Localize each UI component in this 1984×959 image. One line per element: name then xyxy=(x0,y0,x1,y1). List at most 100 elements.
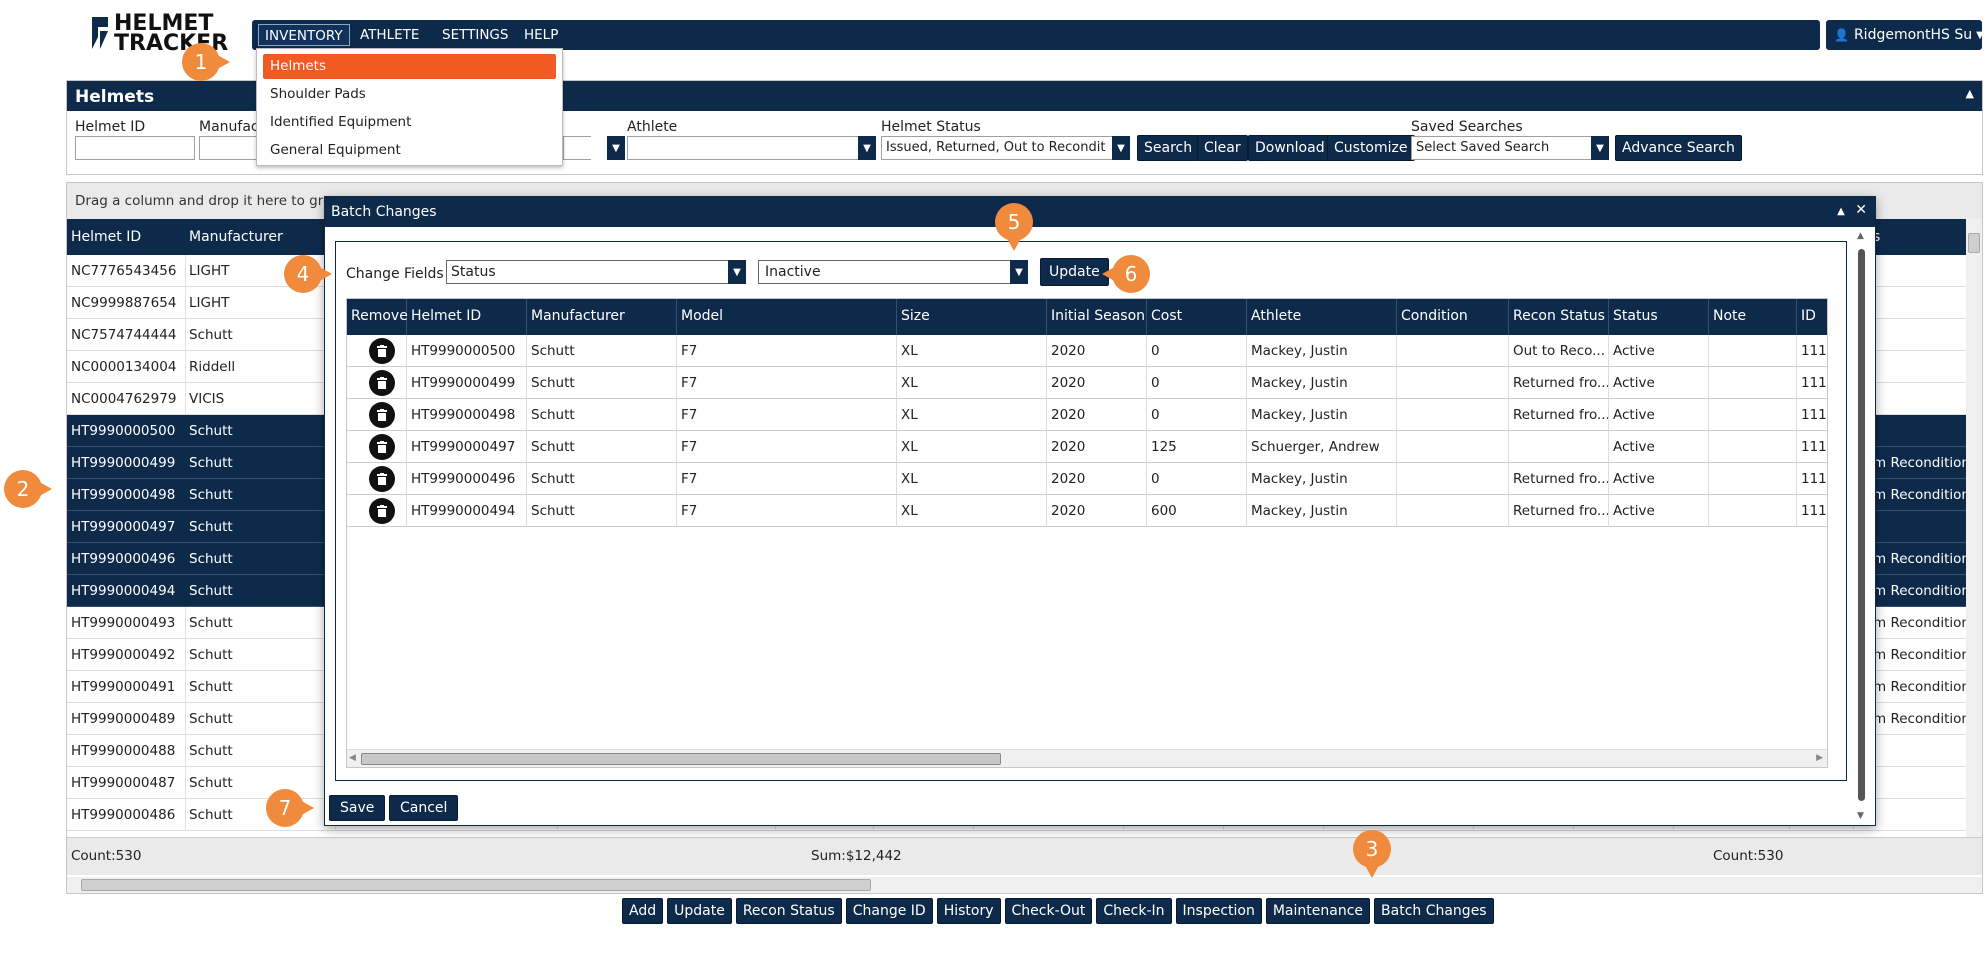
check-out-button[interactable]: Check-Out xyxy=(1004,898,1093,924)
change-id-button[interactable]: Change ID xyxy=(845,898,933,924)
scroll-up-icon[interactable]: ▲ xyxy=(1857,231,1864,241)
col-athlete[interactable]: Athlete xyxy=(1247,299,1397,335)
advance-search-button[interactable]: Advance Search xyxy=(1615,135,1742,161)
batch-changes-button[interactable]: Batch Changes xyxy=(1374,898,1494,924)
cell-cost: 0 xyxy=(1147,463,1247,495)
cell-helmet-id: HT9990000493 xyxy=(71,615,176,631)
cell-condition xyxy=(1397,335,1509,367)
col-remove[interactable]: Remove xyxy=(347,299,408,335)
minimize-icon[interactable]: ▲ xyxy=(1837,206,1845,217)
cell-athlete: Mackey, Justin xyxy=(1247,399,1397,431)
batch-row: HT9990000499 Schutt F7 XL 2020 0 Mackey, Justi… xyxy=(347,367,1827,399)
batch-grid-horizontal-scrollbar[interactable]: ◀ ▶ xyxy=(347,749,1827,767)
col-manufacturer[interactable]: Manufacturer xyxy=(185,219,335,255)
manufacturer-input[interactable] xyxy=(199,136,259,160)
cell-helmet-id: HT9990000497 xyxy=(407,431,527,463)
col-right-fragment[interactable]: s xyxy=(1869,219,1929,255)
cell-helmet-id: HT9990000494 xyxy=(407,495,527,527)
history-button[interactable]: History xyxy=(936,898,1001,924)
change-field-select[interactable]: Status xyxy=(446,260,730,284)
grid-vertical-scrollbar[interactable] xyxy=(1966,219,1982,837)
cell-divider xyxy=(185,607,186,639)
batch-row: HT9990000494 Schutt F7 XL 2020 600 Mackey, Jus… xyxy=(347,495,1827,527)
clear-button[interactable]: Clear xyxy=(1197,135,1248,161)
user-menu[interactable]: 👤 RidgemontHS Su ▼ xyxy=(1826,20,1984,50)
nav-settings[interactable]: SETTINGS xyxy=(436,24,514,46)
chevron-down-icon[interactable]: ▼ xyxy=(728,260,746,284)
recon-status-button[interactable]: Recon Status xyxy=(735,898,842,924)
chevron-down-icon[interactable]: ▼ xyxy=(607,136,625,160)
cell-initial-season: 2020 xyxy=(1047,431,1147,463)
menu-item-general-equipment[interactable]: General Equipment xyxy=(263,138,556,163)
helmet-status-select[interactable]: Issued, Returned, Out to Recondit xyxy=(881,136,1113,160)
cancel-button[interactable]: Cancel xyxy=(389,795,459,821)
download-button[interactable]: Download xyxy=(1248,135,1332,161)
cell-model: F7 xyxy=(677,431,897,463)
cell-athlete: Mackey, Justin xyxy=(1247,335,1397,367)
col-status[interactable]: Status xyxy=(1609,299,1709,335)
update-button[interactable]: Update xyxy=(667,898,732,924)
helmet-id-input[interactable] xyxy=(75,136,195,160)
cell-recon-status: m Recondition xyxy=(1873,455,1970,471)
close-icon[interactable]: ✕ xyxy=(1855,202,1867,218)
customize-button[interactable]: Customize xyxy=(1327,135,1415,161)
scroll-right-icon[interactable]: ▶ xyxy=(1816,753,1823,763)
grid-horizontal-scrollbar[interactable] xyxy=(67,877,1982,893)
col-helmet-id[interactable]: Helmet ID xyxy=(67,219,185,255)
trash-icon[interactable] xyxy=(369,434,395,460)
col-manufacturer[interactable]: Manufacturer xyxy=(527,299,677,335)
inspection-button[interactable]: Inspection xyxy=(1175,898,1262,924)
scroll-down-icon[interactable]: ▼ xyxy=(1857,811,1864,821)
trash-icon[interactable] xyxy=(369,402,395,428)
add-button[interactable]: Add xyxy=(622,898,664,924)
cell-manufacturer: Schutt xyxy=(527,431,677,463)
batch-items-grid: Remove Helmet ID Manufacturer Model Size Init… xyxy=(346,298,1828,768)
nav-inventory[interactable]: INVENTORY xyxy=(258,24,350,46)
col-note[interactable]: Note xyxy=(1709,299,1797,335)
model-input[interactable] xyxy=(563,136,591,160)
col-helmet-id[interactable]: Helmet ID xyxy=(407,299,527,335)
col-size[interactable]: Size xyxy=(897,299,1047,335)
nav-help[interactable]: HELP xyxy=(518,24,564,46)
cell-note xyxy=(1709,463,1797,495)
menu-item-helmets[interactable]: Helmets xyxy=(263,54,556,79)
menu-item-identified-equipment[interactable]: Identified Equipment xyxy=(263,110,556,135)
cell-initial-season: 2020 xyxy=(1047,495,1147,527)
col-initial-season[interactable]: Initial Season xyxy=(1047,299,1147,335)
chevron-down-icon[interactable]: ▼ xyxy=(858,136,876,160)
cell-manufacturer: VICIS xyxy=(189,391,225,407)
cell-recon-status: Returned fro... xyxy=(1509,367,1609,399)
menu-item-shoulder-pads[interactable]: Shoulder Pads xyxy=(263,82,556,107)
trash-icon[interactable] xyxy=(369,370,395,396)
nav-athlete[interactable]: ATHLETE xyxy=(354,24,425,46)
chevron-down-icon[interactable]: ▼ xyxy=(1010,260,1028,284)
cell-manufacturer: Schutt xyxy=(189,743,233,759)
chevron-down-icon[interactable]: ▼ xyxy=(1591,136,1609,160)
saved-searches-select[interactable]: Select Saved Search xyxy=(1411,136,1595,160)
trash-icon[interactable] xyxy=(369,498,395,524)
cell-remove xyxy=(347,335,407,367)
scroll-left-icon[interactable]: ◀ xyxy=(349,753,356,763)
col-recon-status[interactable]: Recon Status xyxy=(1509,299,1609,335)
col-cost[interactable]: Cost xyxy=(1147,299,1247,335)
collapse-icon[interactable]: ▲ xyxy=(1966,87,1974,100)
callout-3: 3 xyxy=(1353,830,1399,878)
cell-cost: 0 xyxy=(1147,399,1247,431)
batch-changes-modal: Batch Changes ▲ ✕ Change Fields Status ▼… xyxy=(324,196,1876,826)
search-button[interactable]: Search xyxy=(1137,135,1200,161)
cell-condition xyxy=(1397,463,1509,495)
col-id[interactable]: ID xyxy=(1797,299,1827,335)
update-field-button[interactable]: Update xyxy=(1040,258,1109,286)
trash-icon[interactable] xyxy=(369,466,395,492)
athlete-select[interactable] xyxy=(627,136,859,160)
modal-vertical-scrollbar[interactable]: ▲ ▼ xyxy=(1855,231,1869,821)
col-condition[interactable]: Condition xyxy=(1397,299,1509,335)
trash-icon[interactable] xyxy=(369,338,395,364)
chevron-down-icon[interactable]: ▼ xyxy=(1112,136,1130,160)
new-value-select[interactable]: Inactive xyxy=(758,260,1014,284)
check-in-button[interactable]: Check-In xyxy=(1096,898,1172,924)
save-button[interactable]: Save xyxy=(329,795,386,821)
maintenance-button[interactable]: Maintenance xyxy=(1265,898,1371,924)
col-model[interactable]: Model xyxy=(677,299,897,335)
callout-1: 1 xyxy=(182,43,230,81)
